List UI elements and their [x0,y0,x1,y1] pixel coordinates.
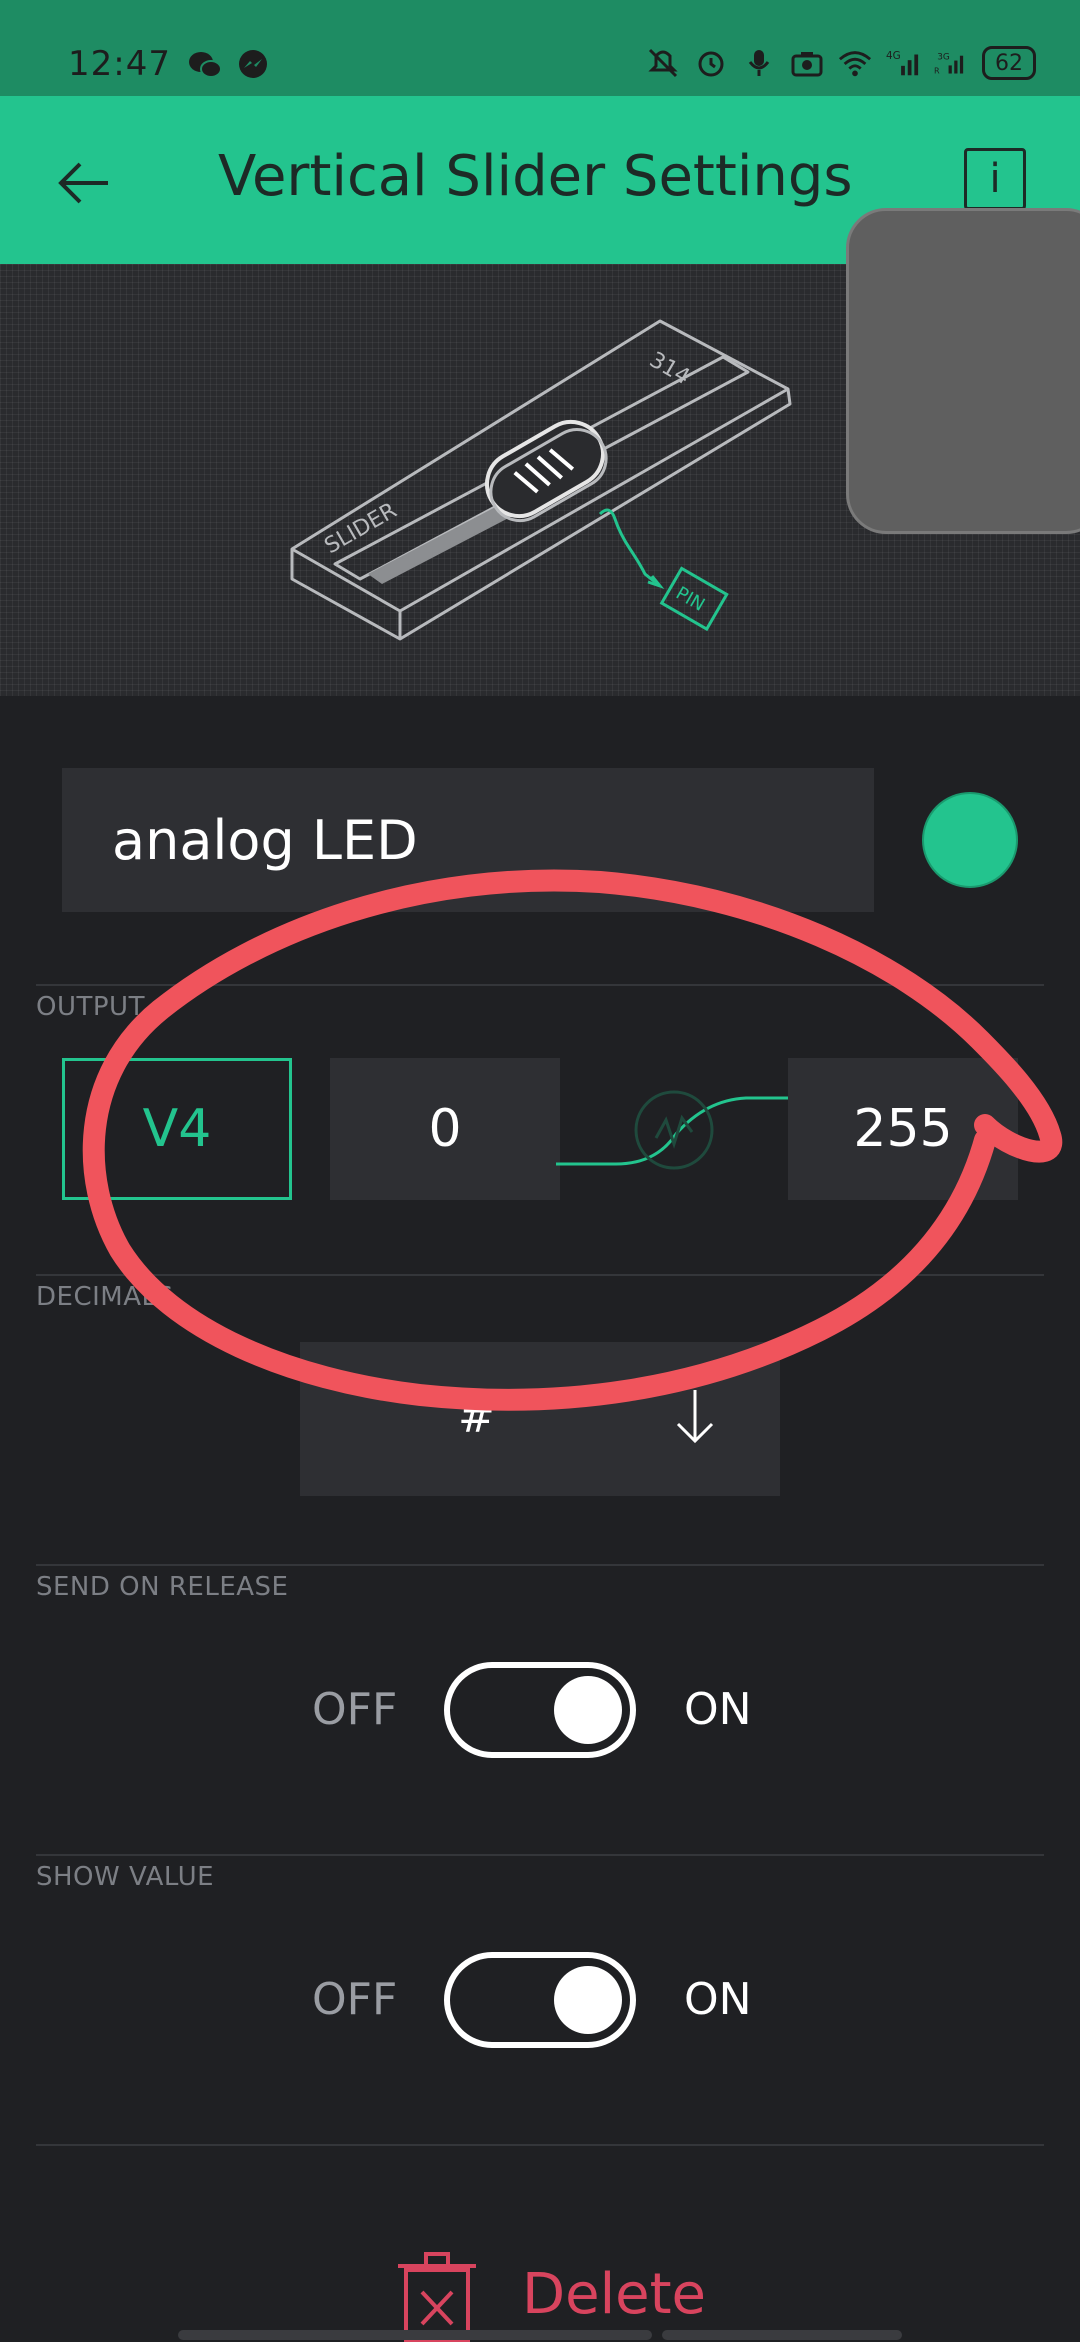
page-title: Vertical Slider Settings [218,144,853,209]
mapping-curve-icon [556,1090,790,1170]
divider [36,2144,1044,2146]
wechat-icon [188,48,222,82]
output-min-input[interactable]: 0 [330,1058,560,1200]
svg-text:3G: 3G [937,53,950,63]
trash-icon [398,2252,476,2342]
send-on-release-row: OFF ON [0,1662,1080,1762]
decimals-dropdown[interactable]: # [300,1342,780,1496]
back-button[interactable] [50,148,120,218]
show-value-on-label: ON [684,1974,752,2025]
send-on-release-toggle[interactable] [444,1662,636,1758]
status-time: 12:47 [68,44,171,84]
divider [36,1854,1044,1856]
status-bar: 12:47 4G 3G R 62 [0,0,1080,96]
mute-icon [646,46,680,80]
signal-4g-icon: 4G [886,46,920,80]
toggle-knob [554,1676,622,1744]
pin-select-button[interactable]: V4 [62,1058,292,1200]
decimals-value: # [458,1392,495,1443]
show-value-off-label: OFF [312,1974,398,2025]
widget-name-input[interactable]: analog LED [62,768,874,912]
messenger-icon [236,48,270,82]
divider [36,1564,1044,1566]
delete-label: Delete [522,2262,706,2327]
nav-handle [178,2330,652,2340]
alarm-icon [694,46,728,80]
show-value-toggle[interactable] [444,1952,636,2048]
delete-button[interactable]: Delete [398,2252,706,2342]
color-picker-button[interactable] [922,792,1018,888]
send-on-release-off-label: OFF [312,1684,398,1735]
signal-3g-icon: 3G R [934,46,968,80]
divider [36,984,1044,986]
output-section-label: OUTPUT [36,992,145,1022]
wifi-icon [838,46,872,80]
svg-text:4G: 4G [886,50,901,62]
nav-handle [662,2330,902,2340]
send-on-release-section-label: SEND ON RELEASE [36,1572,289,1602]
output-max-input[interactable]: 255 [788,1058,1018,1200]
camera-icon [790,46,824,80]
divider [36,1274,1044,1276]
info-button[interactable]: i [964,148,1026,210]
arrow-down-icon [676,1390,714,1444]
send-on-release-on-label: ON [684,1684,752,1735]
svg-text:R: R [934,66,940,76]
arrow-left-icon [58,162,108,204]
battery-indicator: 62 [982,46,1036,80]
decimals-section-label: DECIMALS [36,1282,174,1312]
mic-icon [742,46,776,80]
toggle-knob [554,1966,622,2034]
show-value-section-label: SHOW VALUE [36,1862,215,1892]
overlay-panel [846,208,1080,534]
preview-slider-number: 314 [645,348,694,391]
show-value-row: OFF ON [0,1952,1080,2052]
